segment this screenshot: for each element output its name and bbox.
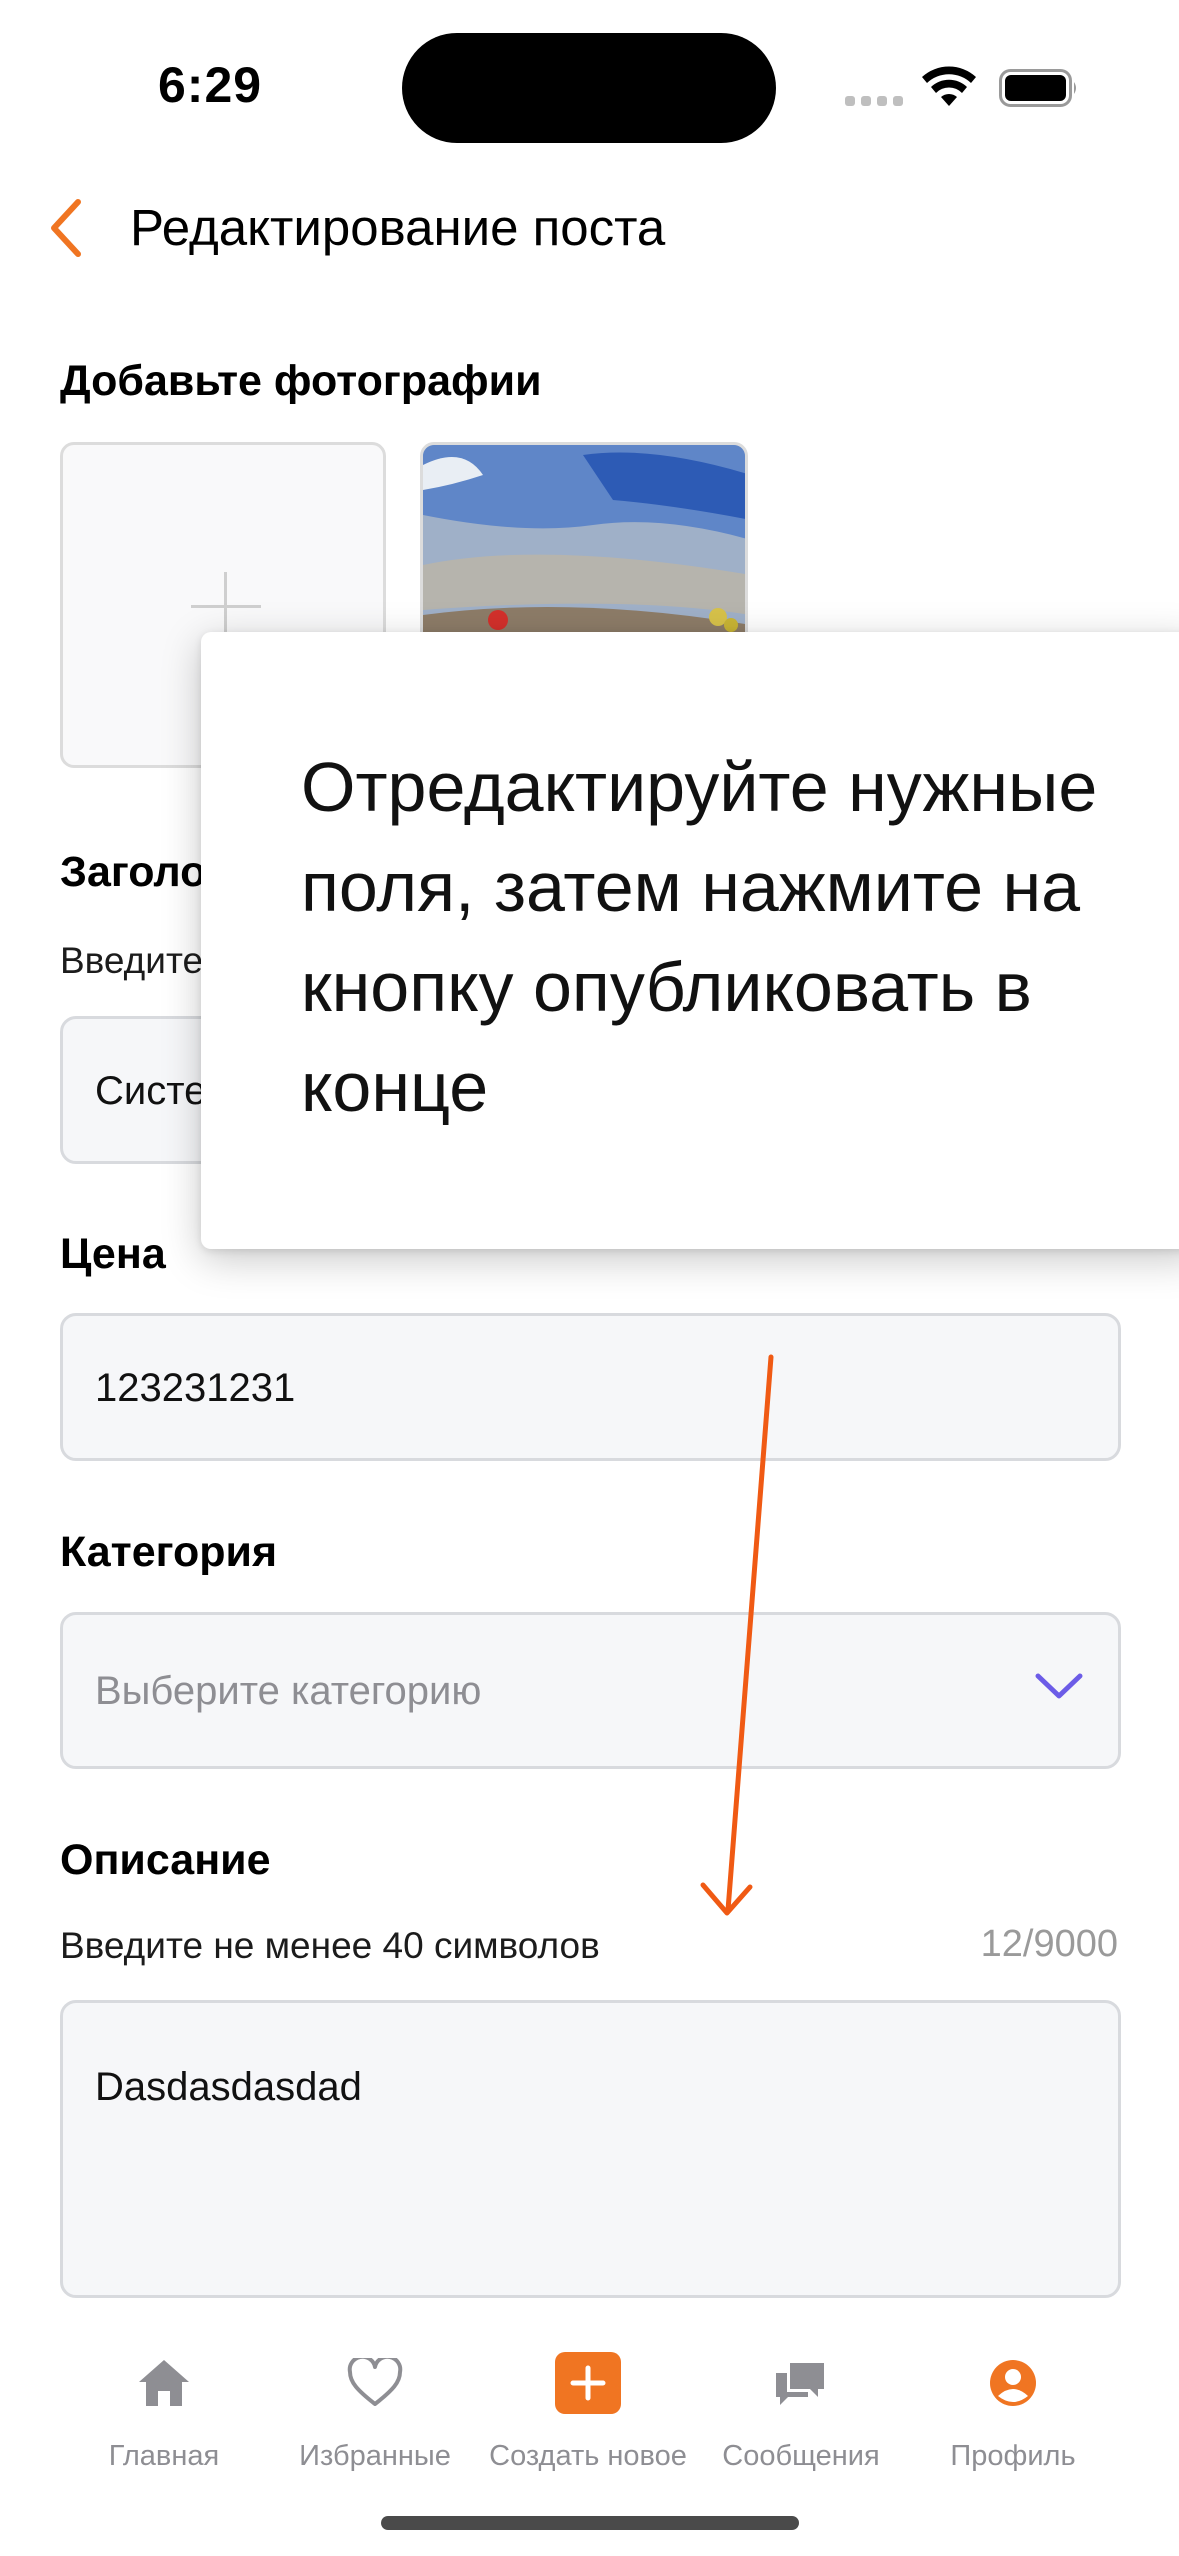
tab-home-label: Главная	[108, 2440, 220, 2472]
home-icon	[139, 2360, 189, 2406]
status-time: 6:29	[158, 57, 263, 113]
battery-icon	[999, 69, 1076, 107]
back-chevron-icon[interactable]	[46, 196, 86, 260]
tab-messages[interactable]: Сообщения	[691, 2348, 911, 2473]
category-section-title: Категория	[60, 1528, 278, 1576]
category-placeholder: Выберите категорию	[95, 1669, 482, 1713]
chevron-down-icon	[1035, 1673, 1083, 1699]
tab-favorites[interactable]: Избранные	[265, 2348, 485, 2473]
tab-favorites-label: Избранные	[299, 2440, 451, 2472]
dynamic-island	[402, 33, 776, 143]
price-input[interactable]: 123231231	[60, 1313, 1121, 1461]
title-input-value: Систе	[95, 1069, 207, 1113]
tooltip-text: Отредактируйте нужные поля, затем нажмит…	[301, 748, 1098, 1126]
profile-icon	[990, 2360, 1036, 2406]
heart-icon	[347, 2358, 403, 2406]
description-hint: Введите не менее 40 символов	[60, 1925, 600, 1966]
photos-section-title: Добавьте фотографии	[60, 357, 542, 405]
plus-square-icon	[555, 2352, 621, 2414]
tab-profile-label: Профиль	[950, 2440, 1076, 2472]
tab-profile[interactable]: Профиль	[903, 2348, 1123, 2473]
tab-messages-label: Сообщения	[722, 2440, 880, 2472]
title-hint: Введите	[60, 940, 204, 981]
description-section-title: Описание	[60, 1836, 271, 1884]
tab-create-label: Создать новое	[489, 2440, 687, 2472]
price-section-title: Цена	[60, 1230, 166, 1278]
home-indicator	[381, 2516, 799, 2530]
price-input-value: 123231231	[95, 1366, 296, 1410]
chat-icon	[776, 2363, 824, 2405]
description-counter: 12/9000	[980, 1923, 1118, 1965]
tab-create[interactable]: Создать новое	[478, 2348, 698, 2473]
category-select[interactable]: Выберите категорию	[60, 1612, 1121, 1769]
page-title: Редактирование поста	[130, 199, 666, 256]
onboarding-tooltip: Отредактируйте нужные поля, затем нажмит…	[201, 632, 1179, 1249]
description-value: Dasdasdasdad	[95, 2065, 362, 2109]
cellular-signal-icon	[845, 93, 909, 111]
tab-home[interactable]: Главная	[54, 2348, 274, 2473]
description-textarea[interactable]: Dasdasdasdad	[60, 2000, 1121, 2298]
wifi-icon	[922, 66, 976, 106]
